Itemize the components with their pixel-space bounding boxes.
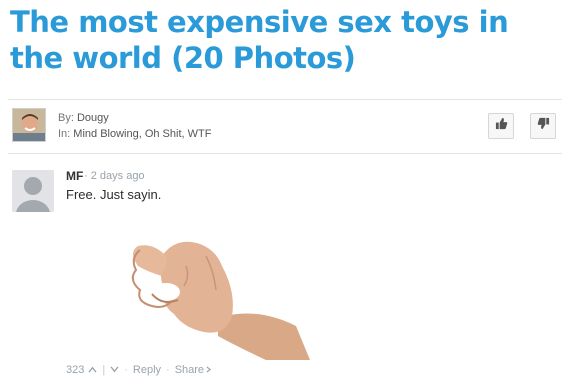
article-title: The most expensive sex toys in the world… [10,5,509,75]
downvote-button[interactable] [530,113,556,139]
comment-image-hand-gesture[interactable] [66,206,342,360]
byline: By: Dougy [58,112,109,124]
divider [8,153,562,154]
category-line: In: Mind Blowing, Oh Shit, WTF [58,128,211,140]
dot-separator: · [124,364,128,376]
chevron-right-icon [206,364,212,376]
comment-actions: 323 | · Reply · Share [66,364,212,376]
comment-text: Free. Just sayin. [66,187,162,202]
comment-timestamp[interactable]: · 2 days ago [84,170,145,182]
category-links[interactable]: Mind Blowing, Oh Shit, WTF [73,128,211,140]
share-link[interactable]: Share [175,364,204,376]
separator: | [102,364,106,376]
thumbs-up-icon [495,117,508,135]
comment-author[interactable]: MF [66,169,83,183]
upvote-arrow-icon[interactable] [88,364,97,376]
upvote-button[interactable] [488,113,514,139]
dot-separator: · [166,364,170,376]
author-name[interactable]: Dougy [77,112,109,124]
commenter-avatar[interactable] [12,170,54,212]
reply-link[interactable]: Reply [133,364,161,376]
thumbs-down-icon [537,117,550,135]
by-label: By: [58,112,74,124]
author-avatar[interactable] [12,108,46,142]
in-label: In: [58,128,71,140]
downvote-arrow-icon[interactable] [110,364,119,376]
divider [8,99,562,100]
upvote-count: 323 [66,364,85,376]
